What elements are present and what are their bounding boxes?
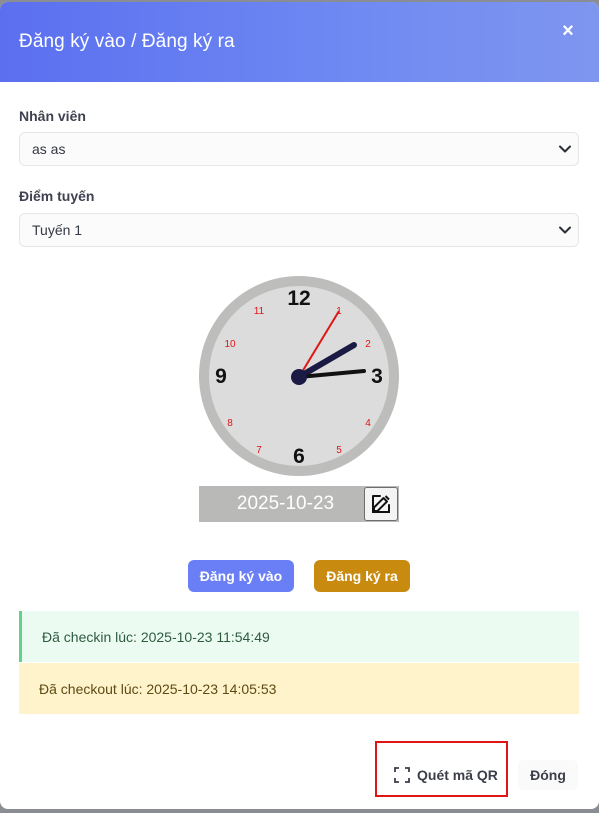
route-point-select-value: Tuyến 1	[32, 222, 83, 238]
checkout-status-alert: Đã checkout lúc: 2025-10-23 14:05:53	[19, 663, 579, 714]
clock-number-2: 2	[365, 339, 371, 350]
clock-number-3: 3	[371, 365, 383, 388]
employee-select[interactable]: as as	[19, 132, 579, 166]
modal-header: Đăng ký vào / Đăng ký ra ×	[0, 2, 599, 82]
route-point-select[interactable]: Tuyến 1	[19, 213, 579, 247]
clock-number-8: 8	[227, 418, 233, 429]
clock-number-9: 9	[215, 365, 227, 388]
clock-center	[291, 369, 307, 385]
checkout-button[interactable]: Đăng ký ra	[314, 560, 410, 592]
chevron-down-icon	[559, 226, 571, 234]
clock-number-5: 5	[336, 445, 342, 456]
clock-number-11: 11	[254, 306, 265, 317]
checkin-status-alert: Đã checkin lúc: 2025-10-23 11:54:49	[19, 611, 579, 662]
checkin-button[interactable]: Đăng ký vào	[188, 560, 294, 592]
close-icon[interactable]: ×	[559, 21, 577, 41]
employee-select-value: as as	[32, 141, 66, 157]
clock-number-7: 7	[256, 445, 262, 456]
clock-number-10: 10	[224, 339, 236, 350]
clock-number-12: 12	[287, 287, 310, 310]
close-button[interactable]: Đóng	[518, 760, 578, 790]
edit-date-button[interactable]	[364, 487, 398, 521]
edit-icon	[372, 495, 390, 513]
clock-number-4: 4	[365, 418, 371, 429]
clock-number-6: 6	[293, 445, 305, 468]
employee-label: Nhân viên	[19, 108, 86, 124]
modal-title: Đăng ký vào / Đăng ký ra	[19, 31, 235, 52]
highlight-box	[375, 741, 508, 797]
analog-clock[interactable]: 12 3 6 9 1 2 4 5 7 8 10 11	[199, 276, 399, 476]
clock-face: 12 3 6 9 1 2 4 5 7 8 10 11	[199, 276, 399, 476]
chevron-down-icon	[559, 145, 571, 153]
date-value: 2025-10-23	[236, 493, 335, 514]
date-display: 2025-10-23	[199, 486, 399, 522]
route-point-label: Điểm tuyến	[19, 188, 95, 204]
checkin-modal: Đăng ký vào / Đăng ký ra × Nhân viên as …	[0, 2, 599, 809]
